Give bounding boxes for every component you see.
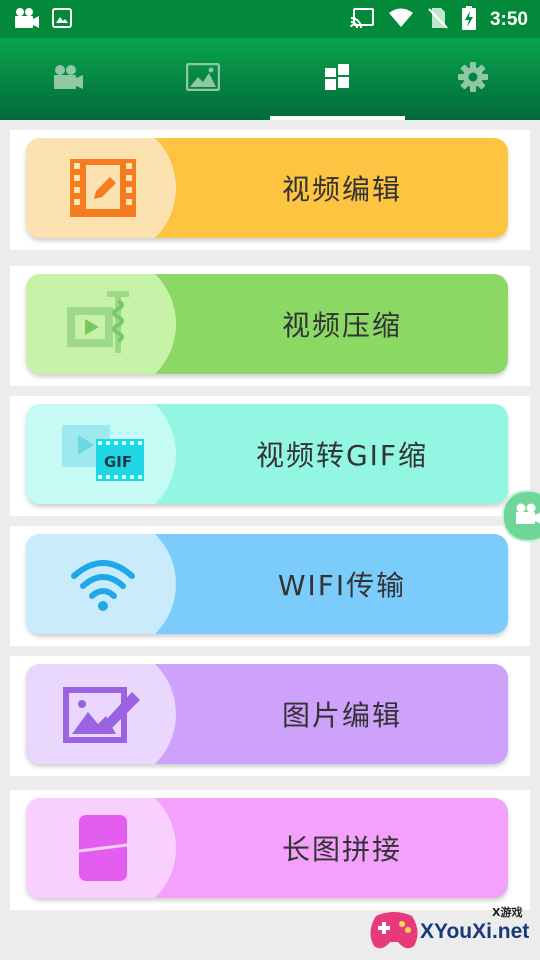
tab-image[interactable] [135,38,270,120]
grid-tiles-icon [324,63,352,95]
menu-label: WIFI传输 [277,569,407,602]
video-camera-icon [14,7,40,33]
menu-label: 长图拼接 [281,833,402,866]
video-to-gif-button[interactable]: GIF 视频转GIF缩 [26,404,508,504]
wifi-icon [48,548,158,620]
tab-video[interactable] [0,38,135,120]
status-bar: 3:50 [0,0,540,38]
menu-label: 视频转GIF缩 [255,439,429,472]
gear-icon [457,62,488,96]
menu-panel: GIF 视频转GIF缩 [10,396,530,516]
video-to-gif-icon: GIF [48,418,158,490]
image-icon [52,8,72,32]
gamepad-logo-icon [370,912,418,949]
tab-bar [0,38,540,120]
wifi-transfer-button[interactable]: WIFI传输 [26,534,508,634]
tab-tools[interactable] [270,38,405,120]
menu-label: 图片编辑 [281,699,402,732]
tool-menu: 视频编辑 视频压缩 GIF 视频转GIF缩 WIFI传输 图片编辑 长图拼接 [0,120,540,960]
battery-charging-icon [461,6,476,34]
image-landscape-icon [185,62,220,95]
menu-panel: 长图拼接 [10,790,530,910]
svg-text:GIF: GIF [104,453,132,471]
status-time: 3:50 [489,9,528,30]
menu-panel: WIFI传输 [10,526,530,646]
video-camera-icon [514,502,540,530]
site-watermark: X游戏 XYouXi.net [366,902,536,956]
cast-icon [349,8,374,32]
video-camera-icon [52,63,84,95]
long-image-stitch-icon [48,812,158,884]
video-edit-icon [48,152,158,224]
menu-panel: 图片编辑 [10,656,530,776]
watermark-text: XYouXi.net [420,920,530,943]
video-compress-button[interactable]: 视频压缩 [26,274,508,374]
menu-panel: 视频编辑 [10,130,530,250]
video-compress-icon [48,288,158,360]
wifi-icon [388,8,414,32]
long-image-stitch-button[interactable]: 长图拼接 [26,798,508,898]
menu-label: 视频编辑 [281,173,402,206]
video-edit-button[interactable]: 视频编辑 [26,138,508,238]
image-edit-button[interactable]: 图片编辑 [26,664,508,764]
menu-label: 视频压缩 [281,309,402,342]
no-sim-icon [428,7,448,33]
menu-panel: 视频压缩 [10,266,530,386]
watermark-small-text: X游戏 [492,906,523,919]
image-edit-icon [48,678,158,750]
floating-record-button[interactable] [502,490,540,542]
tab-settings[interactable] [405,38,540,120]
